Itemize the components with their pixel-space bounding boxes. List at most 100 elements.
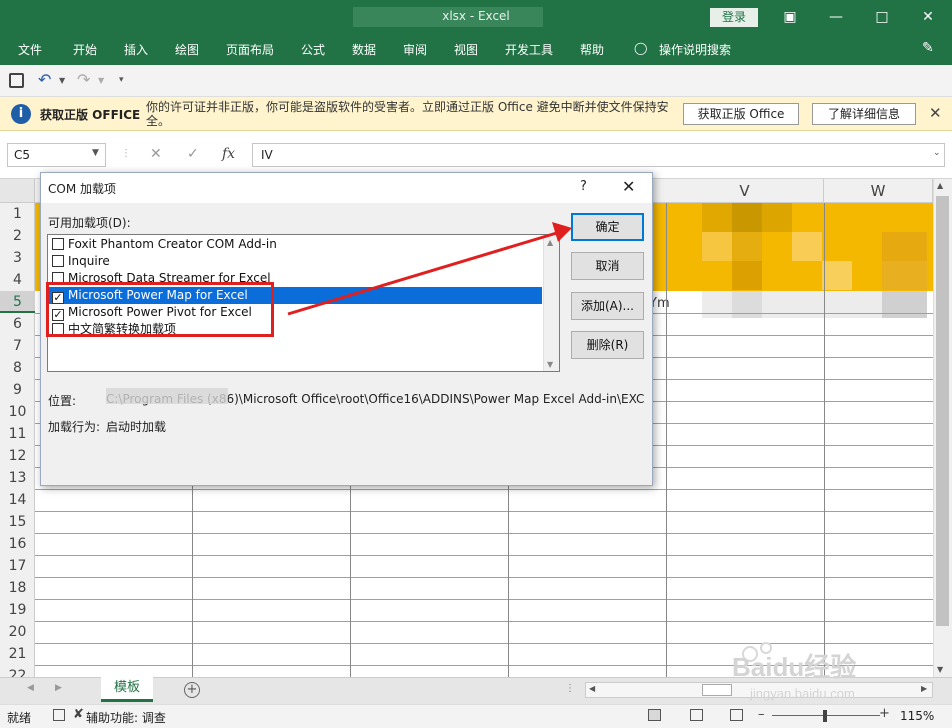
warning-title: 获取正版 OFFICE: [40, 108, 141, 122]
row-header[interactable]: 20: [0, 621, 35, 643]
row-header[interactable]: 6: [0, 313, 35, 335]
undo-dropdown-icon[interactable]: ▼: [59, 76, 65, 85]
warning-message: 你的许可证并非正版，你可能是盗版软件的受害者。立即通过正版 Office 避免中…: [146, 100, 669, 128]
scroll-down-icon[interactable]: ▼: [937, 665, 943, 674]
row-header[interactable]: 12: [0, 445, 35, 467]
tab-insert[interactable]: 插入: [124, 41, 148, 58]
select-all-corner[interactable]: [0, 179, 35, 203]
page-break-view-icon[interactable]: [730, 709, 743, 721]
scroll-right-icon[interactable]: ▶: [921, 684, 927, 693]
page-layout-view-icon[interactable]: [690, 709, 703, 721]
checkbox[interactable]: [52, 255, 64, 267]
save-icon[interactable]: [9, 73, 24, 88]
accessibility-icon[interactable]: ✘: [73, 707, 84, 722]
normal-view-icon[interactable]: [648, 709, 661, 721]
list-item-label: Foxit Phantom Creator COM Add-in: [68, 237, 277, 251]
undo-icon[interactable]: ↶: [38, 70, 51, 89]
tab-draw[interactable]: 绘图: [175, 41, 199, 58]
tab-formulas[interactable]: 公式: [301, 41, 325, 58]
scroll-left-icon[interactable]: ◀: [589, 684, 595, 693]
redo-icon[interactable]: ↷: [77, 70, 90, 89]
tab-page-layout[interactable]: 页面布局: [226, 41, 274, 58]
mosaic-block: [762, 203, 792, 232]
mosaic-block: [822, 261, 852, 290]
tab-developer[interactable]: 开发工具: [505, 41, 553, 58]
row-header[interactable]: 3: [0, 247, 35, 269]
zoom-in-icon[interactable]: +: [879, 706, 890, 721]
row-header[interactable]: 18: [0, 577, 35, 599]
minimize-icon[interactable]: —: [825, 6, 847, 28]
accessibility-status[interactable]: 辅助功能: 调查: [86, 709, 166, 726]
learn-more-button[interactable]: 了解详细信息: [812, 103, 916, 125]
zoom-slider-knob[interactable]: [823, 710, 827, 722]
scroll-up-icon[interactable]: ▲: [937, 181, 943, 190]
dialog-title: COM 加载项: [48, 182, 116, 196]
ribbon-display-icon[interactable]: ▣: [779, 6, 801, 28]
status-ready: 就绪: [7, 711, 32, 725]
confirm-entry-icon[interactable]: ✓: [187, 146, 199, 162]
row-header[interactable]: 7: [0, 335, 35, 357]
list-item-label: Inquire: [68, 254, 110, 268]
tab-data[interactable]: 数据: [352, 41, 376, 58]
row-header-selected[interactable]: 5: [0, 291, 35, 313]
row-header[interactable]: 8: [0, 357, 35, 379]
zoom-out-icon[interactable]: –: [758, 707, 765, 722]
row-header[interactable]: 11: [0, 423, 35, 445]
annotation-arrow: [287, 222, 572, 316]
remove-button[interactable]: 删除(R): [571, 331, 644, 359]
column-header-v[interactable]: V: [666, 179, 824, 203]
tab-file[interactable]: 文件: [18, 41, 42, 58]
tab-scroll-right-icon[interactable]: ▶: [55, 683, 62, 693]
tab-help[interactable]: 帮助: [580, 41, 604, 58]
close-icon[interactable]: ✕: [622, 177, 635, 196]
location-label: 位置:: [48, 394, 77, 408]
row-header[interactable]: 21: [0, 643, 35, 665]
row-header[interactable]: 2: [0, 225, 35, 247]
redo-dropdown-icon[interactable]: ▼: [98, 76, 104, 85]
login-button[interactable]: 登录: [710, 8, 758, 27]
add-sheet-icon[interactable]: +: [184, 682, 200, 698]
mosaic-block: [702, 203, 732, 232]
row-header[interactable]: 15: [0, 511, 35, 533]
redacted-path: [106, 388, 228, 404]
row-header[interactable]: 13: [0, 467, 35, 489]
cancel-entry-icon[interactable]: ✕: [150, 146, 162, 162]
row-header[interactable]: 16: [0, 533, 35, 555]
help-icon[interactable]: ?: [580, 179, 587, 194]
maximize-icon[interactable]: □: [871, 6, 893, 28]
addins-list-label: 可用加载项(D):: [48, 216, 131, 230]
row-header[interactable]: 17: [0, 555, 35, 577]
share-icon[interactable]: ✎: [922, 40, 934, 56]
zoom-level[interactable]: 115%: [900, 709, 934, 723]
row-header[interactable]: 22: [0, 665, 35, 677]
row-header[interactable]: 9: [0, 379, 35, 401]
tell-me-search[interactable]: 操作说明搜索: [659, 41, 731, 58]
mosaic-block: [732, 261, 762, 290]
macro-record-icon[interactable]: [53, 709, 65, 721]
tab-view[interactable]: 视图: [454, 41, 478, 58]
row-header[interactable]: 14: [0, 489, 35, 511]
expand-formula-icon[interactable]: ⌄: [933, 148, 941, 158]
watermark-brand: Baidu经验: [732, 652, 856, 682]
row-header[interactable]: 1: [0, 203, 35, 225]
sheet-tab-active[interactable]: 模板: [101, 677, 153, 702]
row-header[interactable]: 4: [0, 269, 35, 291]
scroll-down-icon[interactable]: ▼: [547, 360, 553, 369]
tab-review[interactable]: 审阅: [403, 41, 427, 58]
tab-scroll-left-icon[interactable]: ◀: [27, 683, 34, 693]
column-header-w[interactable]: W: [824, 179, 933, 203]
insert-function-icon[interactable]: fx: [222, 146, 235, 162]
vertical-scroll-thumb[interactable]: [936, 196, 949, 626]
get-genuine-office-button[interactable]: 获取正版 Office: [683, 103, 799, 125]
row-header[interactable]: 10: [0, 401, 35, 423]
formula-input[interactable]: IV: [252, 143, 945, 167]
annotation-highlight-box: [46, 282, 274, 337]
customize-qat-icon[interactable]: ▾: [119, 75, 124, 85]
close-icon[interactable]: ✕: [929, 104, 942, 122]
tab-home[interactable]: 开始: [73, 41, 97, 58]
quick-access-toolbar: [0, 65, 952, 97]
chevron-down-icon[interactable]: ▼: [92, 148, 99, 158]
close-window-icon[interactable]: ✕: [917, 6, 939, 28]
checkbox[interactable]: [52, 238, 64, 250]
row-header[interactable]: 19: [0, 599, 35, 621]
